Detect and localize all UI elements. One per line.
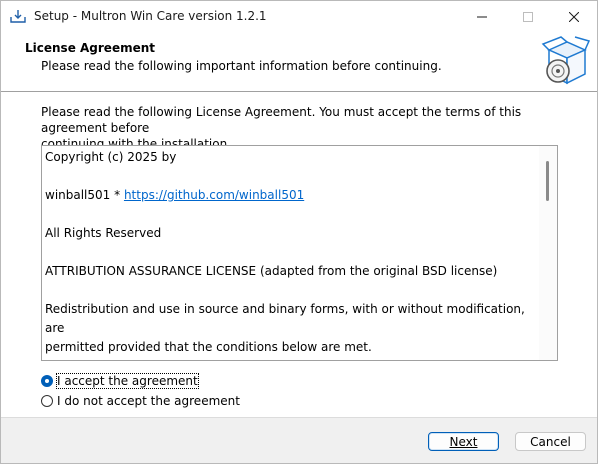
next-button[interactable]: Next (428, 432, 499, 451)
accept-radio-button[interactable] (41, 375, 53, 387)
accept-radio-label[interactable]: I accept the agreement (56, 373, 199, 389)
instructions-line-1: Please read the following License Agreem… (41, 105, 522, 135)
license-line: Redistribution and use in source and bin… (45, 302, 525, 335)
decline-radio-button[interactable] (41, 395, 53, 407)
page-title: License Agreement (25, 41, 156, 55)
installer-box-icon (541, 36, 591, 88)
license-line: winball501 * https://github.com/winball5… (45, 186, 525, 205)
maximize-icon (523, 12, 533, 22)
license-blank-line (45, 243, 525, 262)
next-button-label: Next (449, 434, 478, 449)
maximize-button[interactable] (505, 1, 551, 33)
wizard-body: Please read the following License Agreem… (1, 92, 597, 417)
license-line: Copyright (c) 2025 by (45, 150, 177, 164)
github-link[interactable]: https://github.com/winball501 (124, 188, 304, 202)
window-title: Setup - Multron Win Care version 1.2.1 (34, 9, 267, 23)
title-bar: Setup - Multron Win Care version 1.2.1 (1, 1, 597, 33)
setup-app-icon (10, 8, 26, 24)
license-blank-line (45, 205, 525, 224)
accept-agreement-option[interactable]: I accept the agreement (41, 372, 199, 390)
close-button[interactable] (551, 1, 597, 33)
license-line: All Rights Reserved (45, 226, 162, 240)
license-author: winball501 * (45, 188, 124, 202)
setup-window: Setup - Multron Win Care version 1.2.1 L… (0, 0, 598, 464)
license-blank-line (45, 167, 525, 186)
scrollbar-thumb[interactable] (546, 161, 549, 201)
page-subtitle: Please read the following important info… (41, 59, 442, 73)
close-icon (569, 12, 579, 22)
license-text-box[interactable]: Copyright (c) 2025 by winball501 * https… (41, 145, 558, 361)
minimize-icon (477, 16, 487, 18)
wizard-header: License Agreement Please read the follow… (1, 33, 597, 91)
license-blank-line (45, 281, 525, 300)
cancel-button[interactable]: Cancel (515, 432, 586, 451)
minimize-button[interactable] (459, 1, 505, 33)
cancel-button-label: Cancel (530, 434, 571, 449)
footer-divider (1, 417, 597, 418)
license-scrollbar[interactable] (539, 146, 557, 360)
license-content: Copyright (c) 2025 by winball501 * https… (45, 148, 525, 357)
decline-agreement-option[interactable]: I do not accept the agreement (41, 392, 240, 410)
license-line: permitted provided that the conditions b… (45, 340, 372, 354)
decline-radio-label[interactable]: I do not accept the agreement (57, 394, 240, 408)
license-line: ATTRIBUTION ASSURANCE LICENSE (adapted f… (45, 264, 498, 278)
